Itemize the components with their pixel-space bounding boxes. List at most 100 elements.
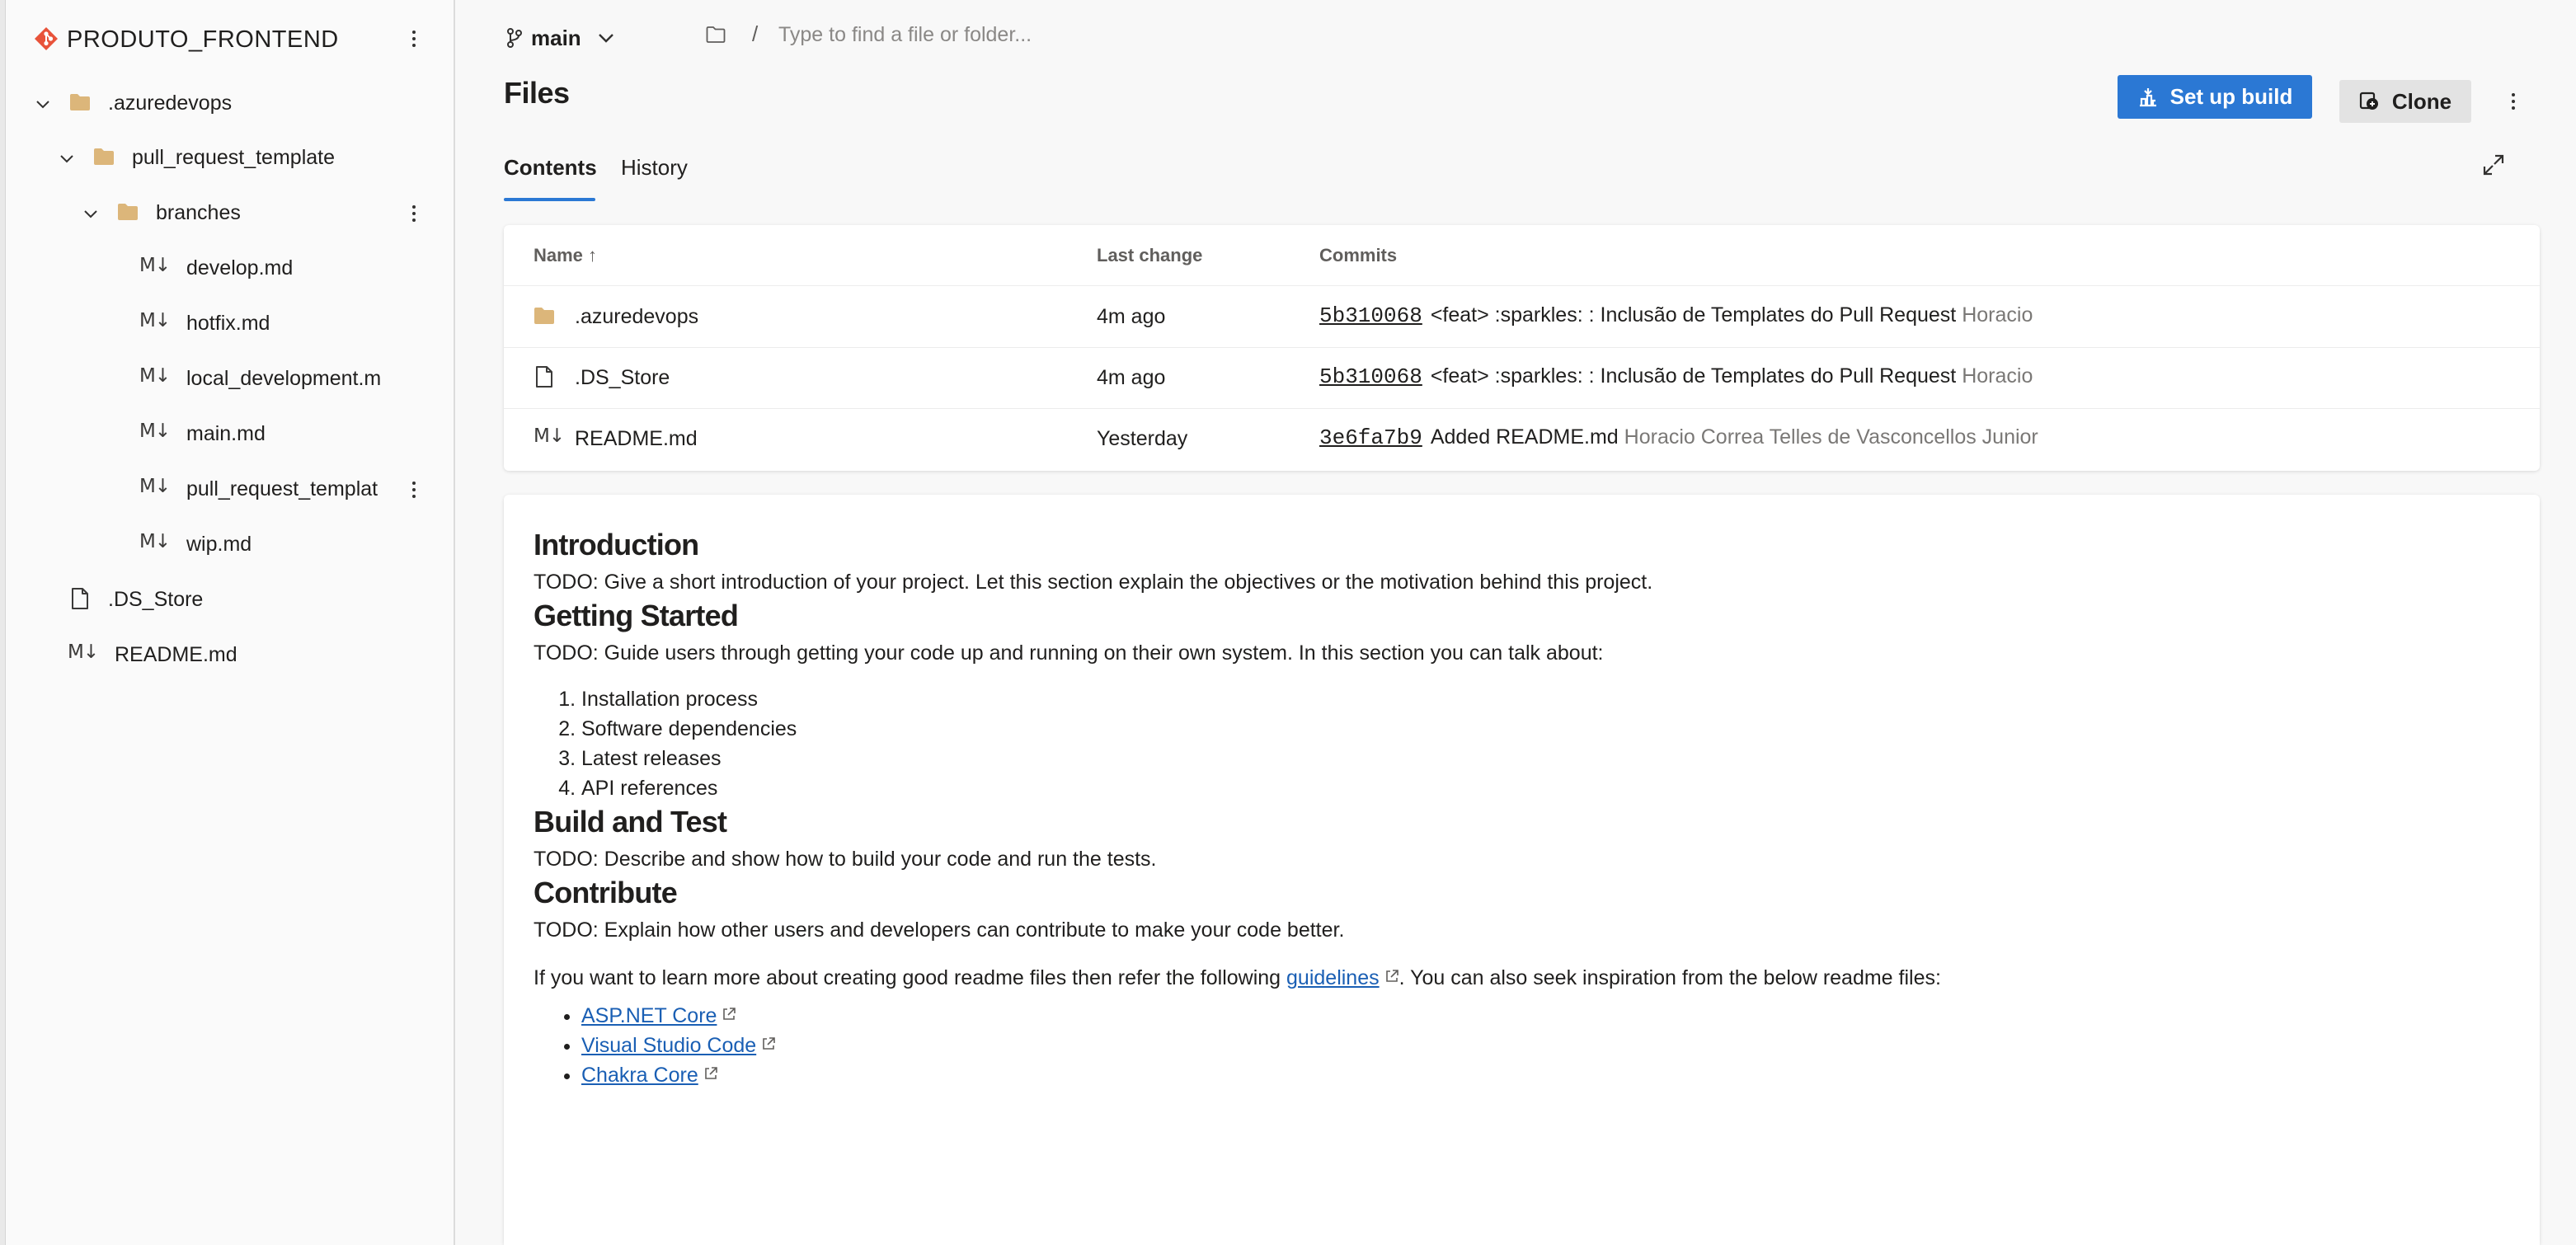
chevron-down-icon[interactable] — [58, 150, 76, 168]
folder-icon — [117, 203, 139, 221]
tree-item-label: branches — [156, 201, 241, 224]
folder-icon — [534, 307, 555, 325]
markdown-icon: M↓ — [139, 476, 171, 497]
file-explorer-sidebar: PRODUTO_FRONTEND .azuredevops pull_reque… — [6, 0, 455, 1245]
tab-contents[interactable]: Contents — [504, 148, 597, 201]
paragraph: If you want to learn more about creating… — [534, 963, 2496, 993]
visual-studio-code-link[interactable]: Visual Studio Code — [581, 1034, 756, 1057]
readme-preview: Introduction TODO: Give a short introduc… — [504, 495, 2540, 1245]
tree-item-hotfix-md[interactable]: M↓ hotfix.md — [6, 297, 455, 351]
last-change: Yesterday — [1097, 427, 1188, 450]
path-bar: main / — [457, 0, 2576, 74]
page-more-options-icon[interactable] — [2500, 85, 2527, 118]
tree-item-branches[interactable]: branches — [6, 186, 455, 241]
set-up-build-button[interactable]: Set up build — [2118, 75, 2312, 119]
more-options-icon[interactable] — [401, 473, 427, 506]
fullscreen-expand-icon[interactable] — [2482, 153, 2505, 176]
column-header-name[interactable]: Name ↑ — [534, 245, 597, 266]
branch-icon — [506, 28, 523, 48]
tree-item-develop-md[interactable]: M↓ develop.md — [6, 242, 455, 296]
column-header-last-change: Last change — [1097, 245, 1203, 265]
last-change: 4m ago — [1097, 305, 1166, 328]
list-item: Latest releases — [581, 744, 2496, 773]
table-header: Name ↑ Last change Commits — [504, 225, 2540, 286]
repo-more-options-icon[interactable] — [401, 22, 427, 55]
clone-label: Clone — [2391, 88, 2452, 114]
commit-message: <feat> :sparkles: : Inclusão de Template… — [1430, 364, 1957, 388]
file-path-search-input[interactable] — [778, 18, 1191, 51]
text: If you want to learn more about creating… — [534, 966, 1287, 989]
commit-message: <feat> :sparkles: : Inclusão de Template… — [1430, 303, 1957, 327]
commit-info: 5b310068 <feat> :sparkles: : Inclusão de … — [1319, 303, 2033, 328]
commit-author: Horacio — [1962, 303, 2033, 327]
list-item: ASP.NET Core — [581, 1001, 2496, 1031]
folder-icon — [69, 93, 91, 111]
tree-item-label: local_development.m — [186, 367, 382, 390]
files-table: Name ↑ Last change Commits .azuredevops … — [504, 225, 2540, 471]
tree-item-pull-request-template[interactable]: pull_request_template — [6, 131, 455, 186]
tree-item-label: README.md — [115, 643, 237, 666]
commit-message: Added README.md — [1430, 425, 1619, 449]
table-row[interactable]: .DS_Store 4m ago 5b310068 <feat> :sparkle… — [504, 348, 2540, 409]
tree-item-label: develop.md — [186, 256, 294, 280]
paragraph: TODO: Explain how other users and develo… — [534, 918, 1345, 942]
list-item: Visual Studio Code — [581, 1031, 2496, 1060]
tree-item-label: hotfix.md — [186, 312, 270, 335]
aspnet-core-link[interactable]: ASP.NET Core — [581, 1004, 717, 1027]
tree-item-main-md[interactable]: M↓ main.md — [6, 407, 455, 462]
paragraph: TODO: Describe and show how to build you… — [534, 848, 1157, 871]
page-title: Files — [504, 76, 570, 110]
commit-hash-link[interactable]: 5b310068 — [1319, 364, 1422, 389]
list-item: API references — [581, 773, 2496, 803]
commit-hash-link[interactable]: 3e6fa7b9 — [1319, 425, 1422, 450]
tree-item-ds-store[interactable]: .DS_Store — [6, 573, 455, 627]
repo-header: PRODUTO_FRONTEND — [6, 0, 455, 79]
file-name[interactable]: README.md — [575, 427, 698, 451]
window-edge — [0, 0, 6, 1245]
file-name[interactable]: .azuredevops — [575, 305, 698, 329]
external-link-icon — [722, 1007, 736, 1022]
guidelines-link[interactable]: guidelines — [1286, 966, 1380, 989]
tree-item-local-development[interactable]: M↓ local_development.m — [6, 352, 455, 406]
tree-item-label: .azuredevops — [108, 92, 233, 115]
external-link-icon — [703, 1066, 718, 1081]
commit-author: Horacio Correa Telles de Vasconcellos Ju… — [1624, 425, 2038, 449]
repo-name[interactable]: PRODUTO_FRONTEND — [67, 26, 339, 54]
commit-info: 3e6fa7b9 Added README.md Horacio Correa T… — [1319, 425, 2038, 450]
table-row[interactable]: .azuredevops 4m ago 5b310068 <feat> :spar… — [504, 287, 2540, 348]
markdown-icon: M↓ — [534, 425, 565, 447]
external-link-icon — [1384, 969, 1399, 984]
markdown-icon: M↓ — [139, 255, 171, 276]
more-options-icon[interactable] — [401, 197, 427, 230]
tree-item-wip-md[interactable]: M↓ wip.md — [6, 518, 455, 572]
text: . You can also seek inspiration from the… — [1398, 966, 1941, 989]
clone-button[interactable]: Clone — [2339, 80, 2471, 123]
readme-content: Introduction TODO: Give a short introduc… — [534, 526, 2496, 1090]
heading-contribute: Contribute — [534, 876, 678, 909]
tree-item-pull-request-template-md[interactable]: M↓ pull_request_templat — [6, 463, 455, 517]
file-name[interactable]: .DS_Store — [575, 366, 670, 390]
paragraph: TODO: Guide users through getting your c… — [534, 641, 1604, 665]
heading-getting-started: Getting Started — [534, 599, 739, 632]
chevron-down-icon[interactable] — [82, 205, 100, 223]
tree-item-azuredevops[interactable]: .azuredevops — [6, 77, 455, 131]
tree-item-readme-md[interactable]: M↓ README.md — [6, 628, 455, 683]
git-repo-logo-icon — [34, 26, 59, 51]
tree-item-label: wip.md — [186, 533, 252, 556]
tab-history[interactable]: History — [621, 148, 695, 201]
folder-outline-icon[interactable] — [706, 26, 726, 43]
list-item: Software dependencies — [581, 714, 2496, 744]
chevron-down-icon — [596, 28, 616, 48]
chevron-down-icon[interactable] — [34, 96, 52, 114]
commit-hash-link[interactable]: 5b310068 — [1319, 303, 1422, 328]
list-item: Installation process — [581, 684, 2496, 714]
branch-selector[interactable]: main — [506, 21, 616, 54]
column-header-commits: Commits — [1319, 245, 1398, 265]
main-content: main / Files Set up build Clone Contents… — [457, 0, 2576, 1245]
table-row[interactable]: M↓ README.md Yesterday 3e6fa7b9 Added REA… — [504, 409, 2540, 470]
tree-item-label: pull_request_templat — [186, 477, 378, 500]
markdown-icon: M↓ — [139, 365, 171, 387]
clone-icon — [2359, 91, 2381, 112]
chakra-core-link[interactable]: Chakra Core — [581, 1064, 698, 1087]
folder-icon — [93, 148, 115, 166]
